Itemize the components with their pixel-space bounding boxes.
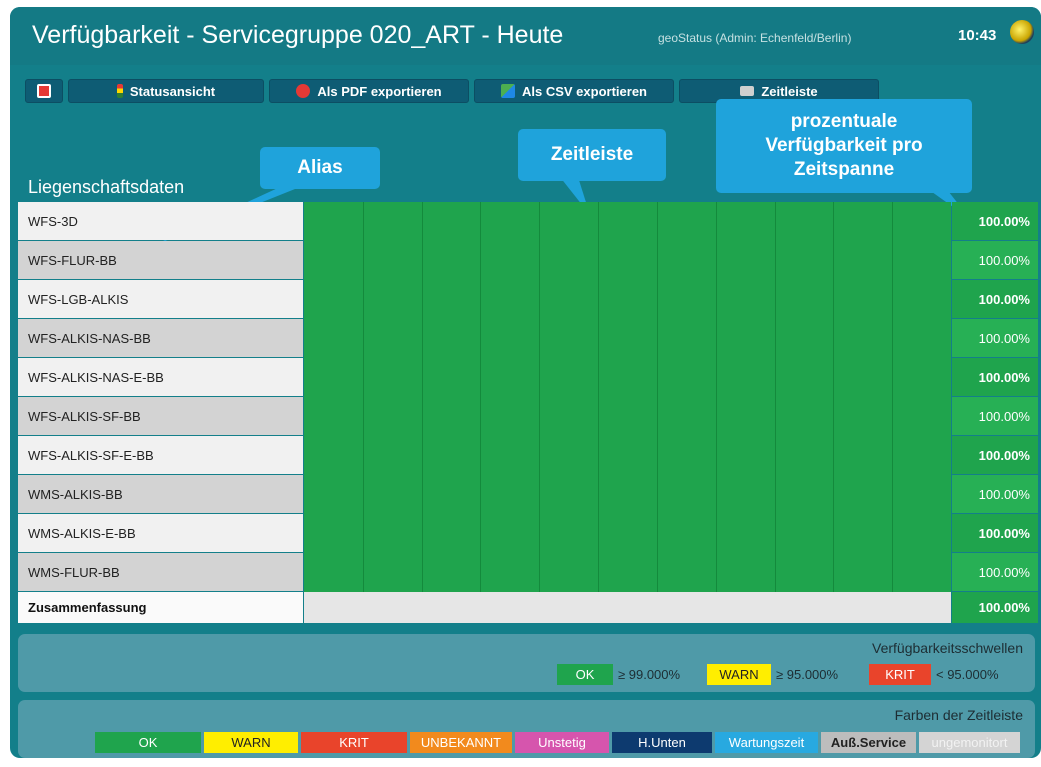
availability-table: WFS-3D WFS-FLUR-BB WFS-LGB-ALKIS WFS-ALK… xyxy=(18,202,1038,623)
alias-cell: WFS-ALKIS-SF-BB xyxy=(28,408,141,424)
alias-cell: WMS-FLUR-BB xyxy=(28,564,120,580)
table-row[interactable]: WMS-FLUR-BB xyxy=(18,553,303,591)
legend-wartungszeit-chip: Wartungszeit xyxy=(715,732,818,753)
percent-cell: 100.00% xyxy=(952,319,1038,357)
percent-cell: 100.00% xyxy=(952,514,1038,552)
summary-percent: 100.00% xyxy=(952,592,1038,623)
percent-callout: prozentuale Verfügbarkeit pro Zeitspanne xyxy=(716,99,972,193)
krit-threshold-chip: KRIT xyxy=(869,664,931,685)
table-row[interactable]: WFS-ALKIS-NAS-E-BB xyxy=(18,358,303,396)
alias-cell: WFS-3D xyxy=(28,213,78,229)
alias-cell: WFS-ALKIS-NAS-BB xyxy=(28,330,151,346)
timeline-column-divider xyxy=(892,202,893,592)
table-row[interactable]: WFS-3D xyxy=(18,202,303,240)
percent-cell: 100.00% xyxy=(952,358,1038,396)
legend-ungemonitort-chip: ungemonitort xyxy=(919,732,1020,753)
percent-cell: 100.00% xyxy=(952,553,1038,591)
legend-panel: Farben der Zeitleiste OK WARN KRIT UNBEK… xyxy=(18,700,1035,758)
section-label: Liegenschaftsdaten xyxy=(28,177,185,197)
alias-cell: WFS-ALKIS-SF-E-BB xyxy=(28,447,154,463)
table-row[interactable]: WFS-ALKIS-SF-E-BB xyxy=(18,436,303,474)
percent-cell: 100.00% xyxy=(952,280,1038,318)
table-row[interactable]: WFS-LGB-ALKIS xyxy=(18,280,303,318)
timeline-column-divider xyxy=(363,202,364,592)
legend-warn-chip: WARN xyxy=(204,732,298,753)
threshold-panel: Verfügbarkeitsschwellen OK ≥ 99.000% WAR… xyxy=(18,634,1035,692)
legend-hunten-chip: H.Unten xyxy=(612,732,712,753)
timeline-grid xyxy=(304,202,951,592)
zeitleiste-callout: Zeitleiste xyxy=(518,129,666,181)
timeline-column-divider xyxy=(422,202,423,592)
percent-cell: 100.00% xyxy=(952,202,1038,240)
warn-threshold-chip: WARN xyxy=(707,664,771,685)
legend-ok-chip: OK xyxy=(95,732,201,753)
timeline-column-divider xyxy=(716,202,717,592)
app-window: Verfügbarkeit - Servicegruppe 020_ART - … xyxy=(10,7,1041,758)
table-row[interactable]: WFS-ALKIS-NAS-BB xyxy=(18,319,303,357)
threshold-title: Verfügbarkeitsschwellen xyxy=(872,640,1023,656)
percent-cell: 100.00% xyxy=(952,241,1038,279)
legend-title: Farben der Zeitleiste xyxy=(894,707,1023,723)
legend-unbekannt-chip: UNBEKANNT xyxy=(410,732,512,753)
alias-cell: WFS-LGB-ALKIS xyxy=(28,291,129,307)
summary-timeline xyxy=(304,592,951,623)
percent-cell: 100.00% xyxy=(952,397,1038,435)
ok-threshold-value: ≥ 99.000% xyxy=(618,667,681,682)
percent-cell: 100.00% xyxy=(952,475,1038,513)
percent-cell: 100.00% xyxy=(952,436,1038,474)
table-row[interactable]: WMS-ALKIS-BB xyxy=(18,475,303,513)
timeline-column-divider xyxy=(775,202,776,592)
alias-cell: WMS-ALKIS-BB xyxy=(28,486,123,502)
timeline-column-divider xyxy=(598,202,599,592)
alias-callout: Alias xyxy=(260,147,380,189)
summary-label: Zusammenfassung xyxy=(18,592,303,623)
legend-ausservice-chip: Auß.Service xyxy=(821,732,916,753)
alias-cell: WFS-FLUR-BB xyxy=(28,252,117,268)
krit-threshold-value: < 95.000% xyxy=(936,667,999,682)
timeline-column-divider xyxy=(833,202,834,592)
legend-unstetig-chip: Unstetig xyxy=(515,732,609,753)
alias-cell: WMS-ALKIS-E-BB xyxy=(28,525,136,541)
table-row[interactable]: WFS-ALKIS-SF-BB xyxy=(18,397,303,435)
legend-krit-chip: KRIT xyxy=(301,732,407,753)
alias-cell: WFS-ALKIS-NAS-E-BB xyxy=(28,369,164,385)
table-row[interactable]: WMS-ALKIS-E-BB xyxy=(18,514,303,552)
table-row[interactable]: WFS-FLUR-BB xyxy=(18,241,303,279)
timeline-column-divider xyxy=(480,202,481,592)
timeline-column-divider xyxy=(539,202,540,592)
ok-threshold-chip: OK xyxy=(557,664,613,685)
warn-threshold-value: ≥ 95.000% xyxy=(776,667,839,682)
timeline-column-divider xyxy=(657,202,658,592)
